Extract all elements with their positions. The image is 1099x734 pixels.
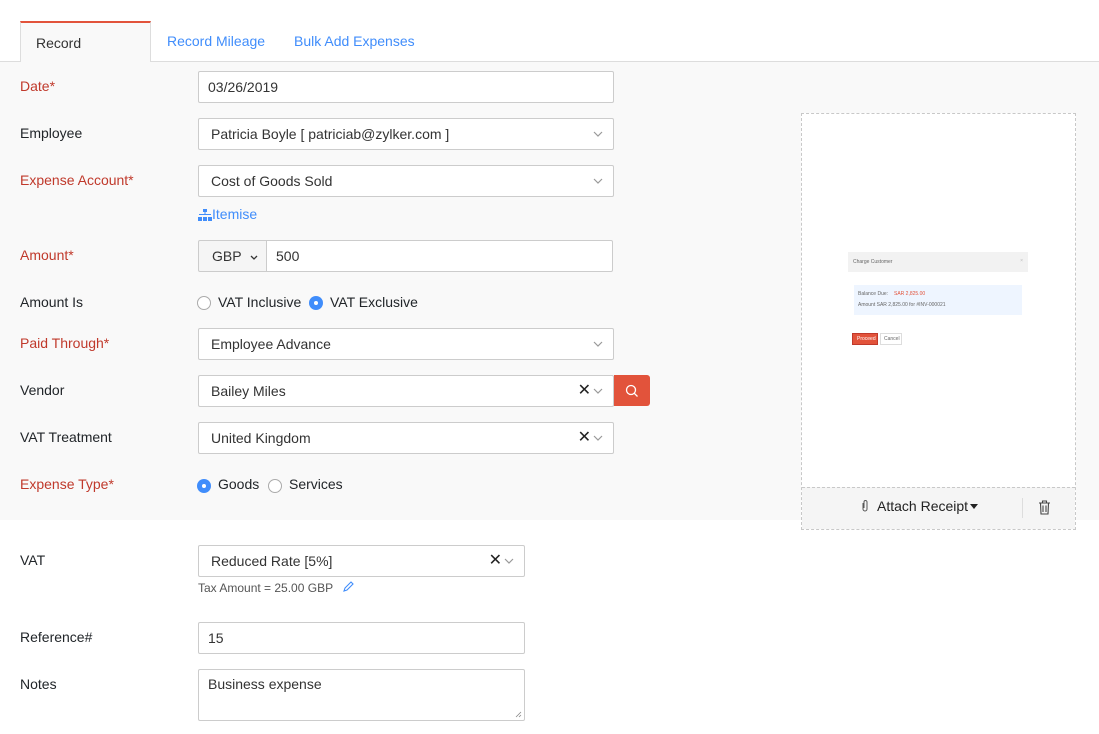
expense-account-value: Cost of Goods Sold — [211, 173, 333, 189]
preview-balance-box: Balance Due: SAR 2,825.00 Amount SAR 2,8… — [854, 285, 1022, 315]
preview-balance-value: SAR 2,825.00 — [894, 291, 926, 297]
chevron-down-icon — [250, 255, 258, 260]
chevron-down-icon — [591, 119, 605, 149]
vat-treatment-value: United Kingdom — [211, 430, 311, 446]
preview-cancel-button: Cancel — [880, 333, 902, 345]
attach-receipt-button[interactable]: Attach Receipt — [860, 498, 979, 514]
receipt-preview: Charge Customer × Balance Due: SAR 2,825… — [848, 252, 1028, 352]
caret-down-icon — [970, 503, 979, 509]
expense-account-label: Expense Account* — [20, 172, 134, 188]
itemise-label: Itemise — [212, 206, 258, 222]
footer-divider — [1022, 498, 1023, 518]
receipt-dropzone[interactable]: Charge Customer × Balance Due: SAR 2,825… — [801, 113, 1076, 530]
amount-input[interactable]: 500 — [266, 240, 613, 272]
vat-inclusive-radio[interactable] — [197, 296, 211, 310]
clear-icon[interactable]: ✕ — [578, 376, 591, 406]
hierarchy-icon — [198, 208, 212, 221]
preview-header: Charge Customer × — [848, 252, 1028, 272]
date-label: Date* — [20, 78, 56, 94]
vat-inclusive-label: VAT Inclusive — [218, 294, 302, 310]
preview-amount-line: Amount SAR 2,825.00 for #INV-000021 — [858, 302, 946, 308]
attach-receipt-label: Attach Receipt — [877, 498, 969, 514]
itemise-link[interactable]: Itemise — [198, 206, 257, 222]
date-input[interactable]: 03/26/2019 — [198, 71, 614, 103]
vat-exclusive-label: VAT Exclusive — [330, 294, 418, 310]
notes-textarea[interactable]: Business expense — [198, 669, 525, 721]
currency-value: GBP — [212, 248, 242, 264]
paid-through-label: Paid Through* — [20, 335, 110, 351]
clear-icon[interactable]: ✕ — [489, 546, 502, 576]
notes-value: Business expense — [208, 676, 322, 692]
search-icon — [625, 384, 638, 397]
pencil-icon[interactable] — [342, 580, 355, 596]
receipt-footer: Attach Receipt — [802, 487, 1075, 529]
trash-icon[interactable] — [1038, 500, 1051, 518]
preview-title: Charge Customer — [853, 259, 893, 265]
vendor-value: Bailey Miles — [211, 383, 286, 399]
vat-exclusive-radio[interactable] — [309, 296, 323, 310]
chevron-down-icon — [502, 546, 516, 576]
tab-record-mileage[interactable]: Record Mileage — [152, 21, 280, 63]
paperclip-icon — [862, 500, 868, 512]
expense-type-label: Expense Type* — [20, 476, 114, 492]
expense-account-select[interactable]: Cost of Goods Sold — [198, 165, 614, 197]
employee-value: Patricia Boyle [ patriciab@zylker.com ] — [211, 126, 450, 142]
goods-radio[interactable] — [197, 479, 211, 493]
preview-balance-label: Balance Due: — [858, 291, 889, 297]
preview-proceed-button: Proceed — [852, 333, 878, 345]
reference-input[interactable]: 15 — [198, 622, 525, 654]
amount-value: 500 — [276, 248, 300, 264]
tab-bulk-add-expenses[interactable]: Bulk Add Expenses — [279, 21, 430, 63]
chevron-down-icon — [591, 423, 605, 453]
services-label: Services — [289, 476, 343, 492]
chevron-down-icon — [591, 376, 605, 406]
notes-label: Notes — [20, 676, 57, 692]
amount-label: Amount* — [20, 247, 74, 263]
paid-through-select[interactable]: Employee Advance — [198, 328, 614, 360]
preview-cancel-label: Cancel — [884, 336, 900, 342]
reference-value: 15 — [208, 630, 224, 646]
currency-select[interactable]: GBP — [198, 240, 267, 272]
resize-handle-icon[interactable] — [515, 711, 522, 718]
clear-icon[interactable]: ✕ — [578, 423, 591, 453]
employee-select[interactable]: Patricia Boyle [ patriciab@zylker.com ] — [198, 118, 614, 150]
amount-is-label: Amount Is — [20, 294, 84, 310]
paid-through-value: Employee Advance — [211, 336, 331, 352]
vat-treatment-select[interactable]: United Kingdom ✕ — [198, 422, 614, 454]
employee-label: Employee — [20, 125, 83, 141]
vendor-select[interactable]: Bailey Miles ✕ — [198, 375, 614, 407]
goods-label: Goods — [218, 476, 260, 492]
vat-treatment-label: VAT Treatment — [20, 429, 112, 445]
preview-proceed-label: Proceed — [857, 336, 876, 342]
chevron-down-icon — [591, 329, 605, 359]
tax-amount-text: Tax Amount = 25.00 GBP — [198, 581, 334, 595]
vendor-label: Vendor — [20, 382, 65, 398]
date-value: 03/26/2019 — [208, 79, 279, 95]
tab-bar: Record Expense Record Mileage Bulk Add E… — [0, 0, 1099, 91]
chevron-down-icon — [591, 166, 605, 196]
vat-select[interactable]: Reduced Rate [5%] ✕ — [198, 545, 525, 577]
tab-record-expense[interactable]: Record Expense — [20, 21, 151, 91]
services-radio[interactable] — [268, 479, 282, 493]
vat-label: VAT — [20, 552, 46, 568]
preview-close-icon: × — [1020, 258, 1023, 264]
vendor-search-button[interactable] — [614, 375, 650, 406]
vat-value: Reduced Rate [5%] — [211, 553, 333, 569]
reference-label: Reference# — [20, 629, 93, 645]
